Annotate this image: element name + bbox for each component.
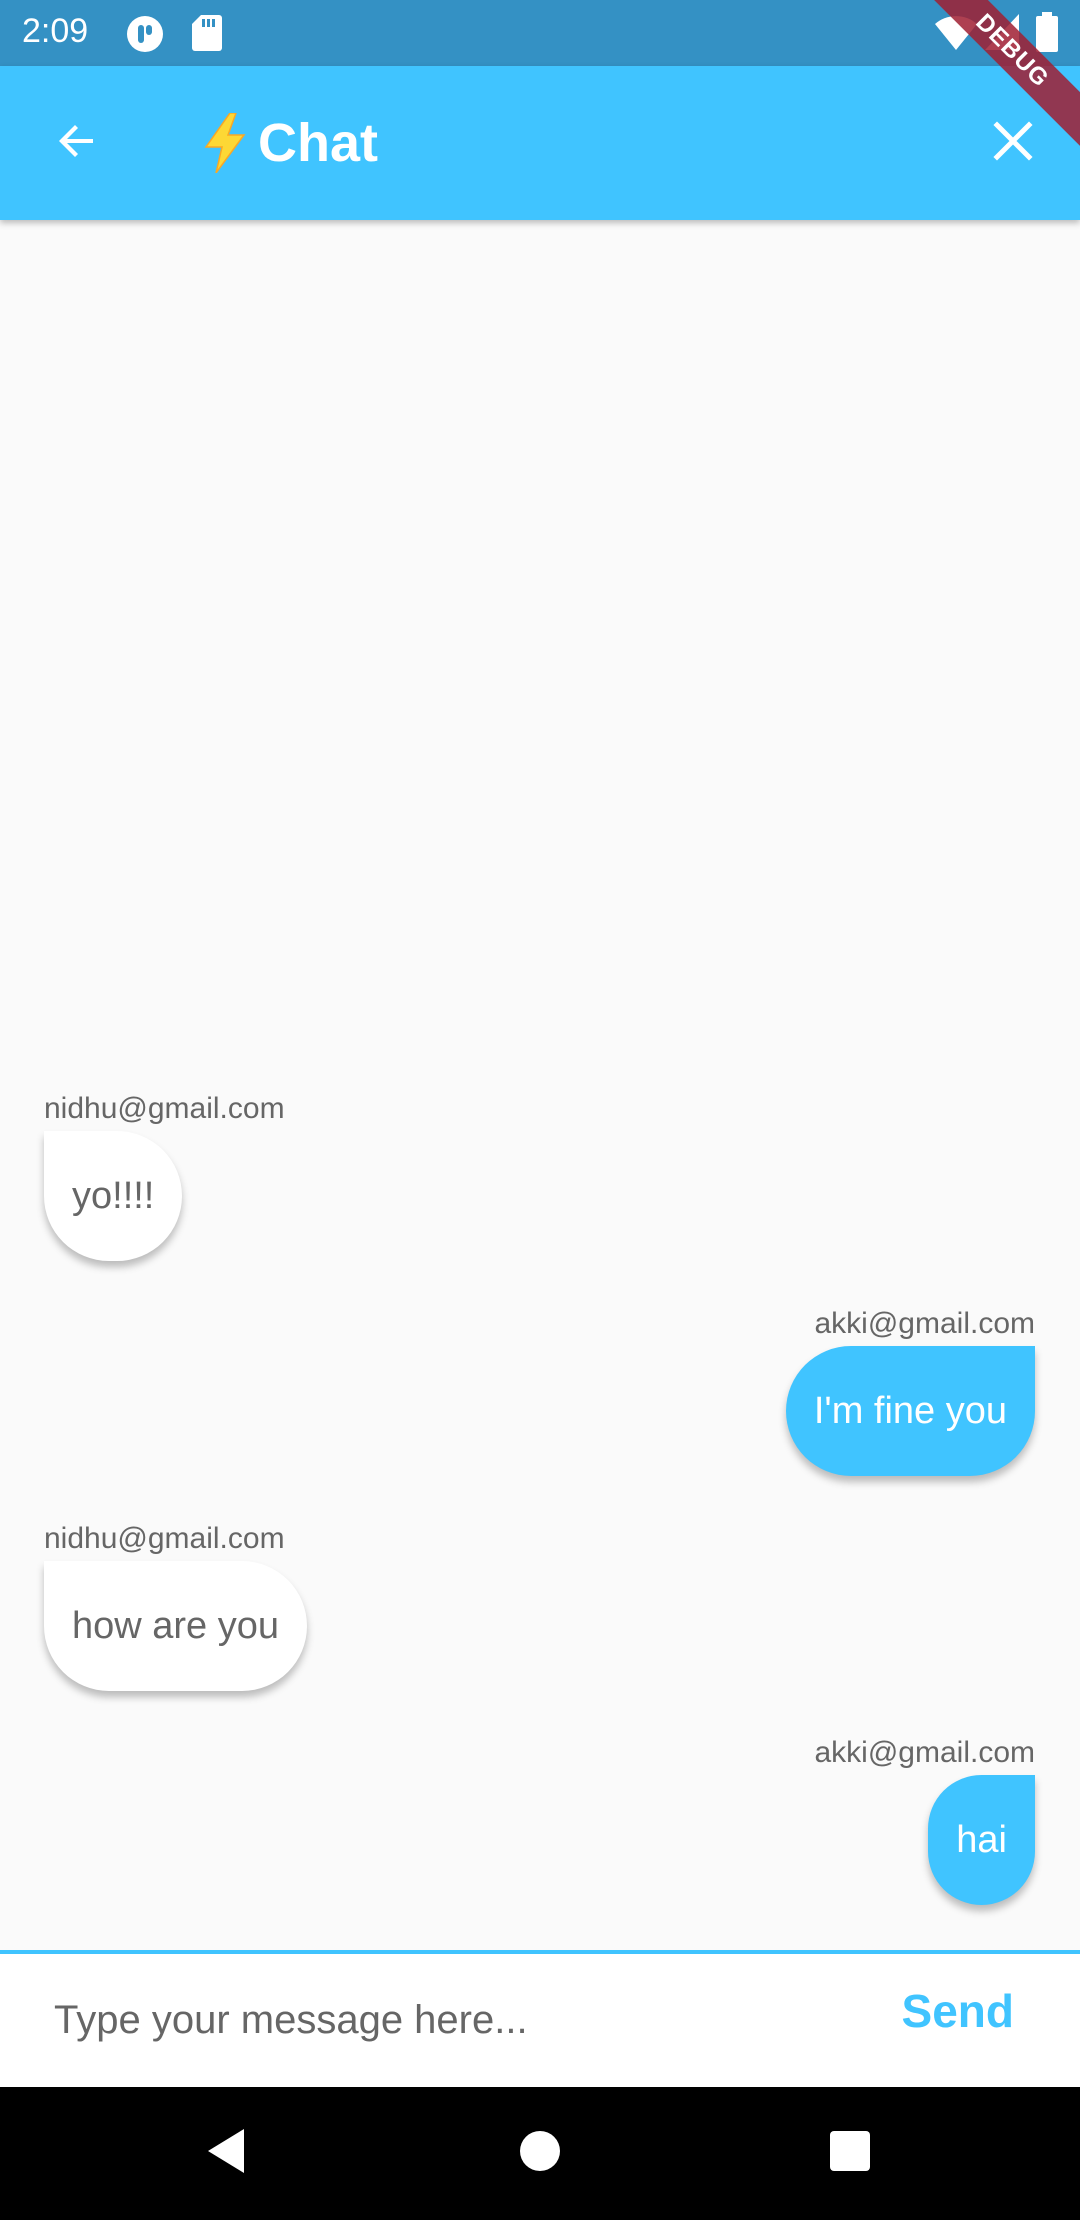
arrow-left-icon	[53, 117, 101, 170]
chat-messages[interactable]: nidhu@gmail.com yo!!!! akki@gmail.com I'…	[0, 220, 1080, 1953]
close-button[interactable]	[976, 106, 1050, 180]
app-bar: Chat	[0, 66, 1080, 220]
app-title: Chat	[200, 106, 378, 180]
wifi-icon	[935, 14, 977, 55]
message-bubble-outgoing: hai	[928, 1775, 1035, 1905]
nav-home-button[interactable]	[510, 2123, 570, 2183]
sd-card-icon	[192, 15, 222, 56]
system-nav-bar	[0, 2087, 1080, 2220]
status-bar: 2:09	[0, 0, 1080, 66]
message-composer: Send	[0, 1950, 1080, 2087]
battery-icon	[1036, 12, 1058, 57]
home-circle-icon	[518, 2129, 562, 2178]
app-notification-icon	[126, 15, 164, 58]
nav-recents-button[interactable]	[820, 2123, 880, 2183]
signal-icon	[985, 14, 1019, 55]
nav-back-button[interactable]	[196, 2123, 256, 2183]
page-title: Chat	[258, 113, 378, 173]
send-button[interactable]: Send	[902, 1984, 1014, 2038]
back-triangle-icon	[204, 2127, 248, 2180]
back-button[interactable]	[40, 106, 114, 180]
message-input[interactable]	[40, 1970, 860, 2070]
message-sender: nidhu@gmail.com	[44, 1522, 285, 1555]
status-time: 2:09	[22, 12, 89, 50]
message-sender: akki@gmail.com	[814, 1736, 1035, 1769]
message-bubble-incoming: how are you	[44, 1561, 308, 1691]
message-bubble-outgoing: I'm fine you	[785, 1346, 1035, 1476]
recents-square-icon	[829, 2130, 871, 2177]
message-sender: nidhu@gmail.com	[44, 1092, 285, 1125]
lightning-bolt-icon	[200, 112, 250, 174]
message-sender: akki@gmail.com	[814, 1307, 1035, 1340]
close-icon	[991, 119, 1035, 168]
message-bubble-incoming: yo!!!!	[44, 1131, 183, 1261]
